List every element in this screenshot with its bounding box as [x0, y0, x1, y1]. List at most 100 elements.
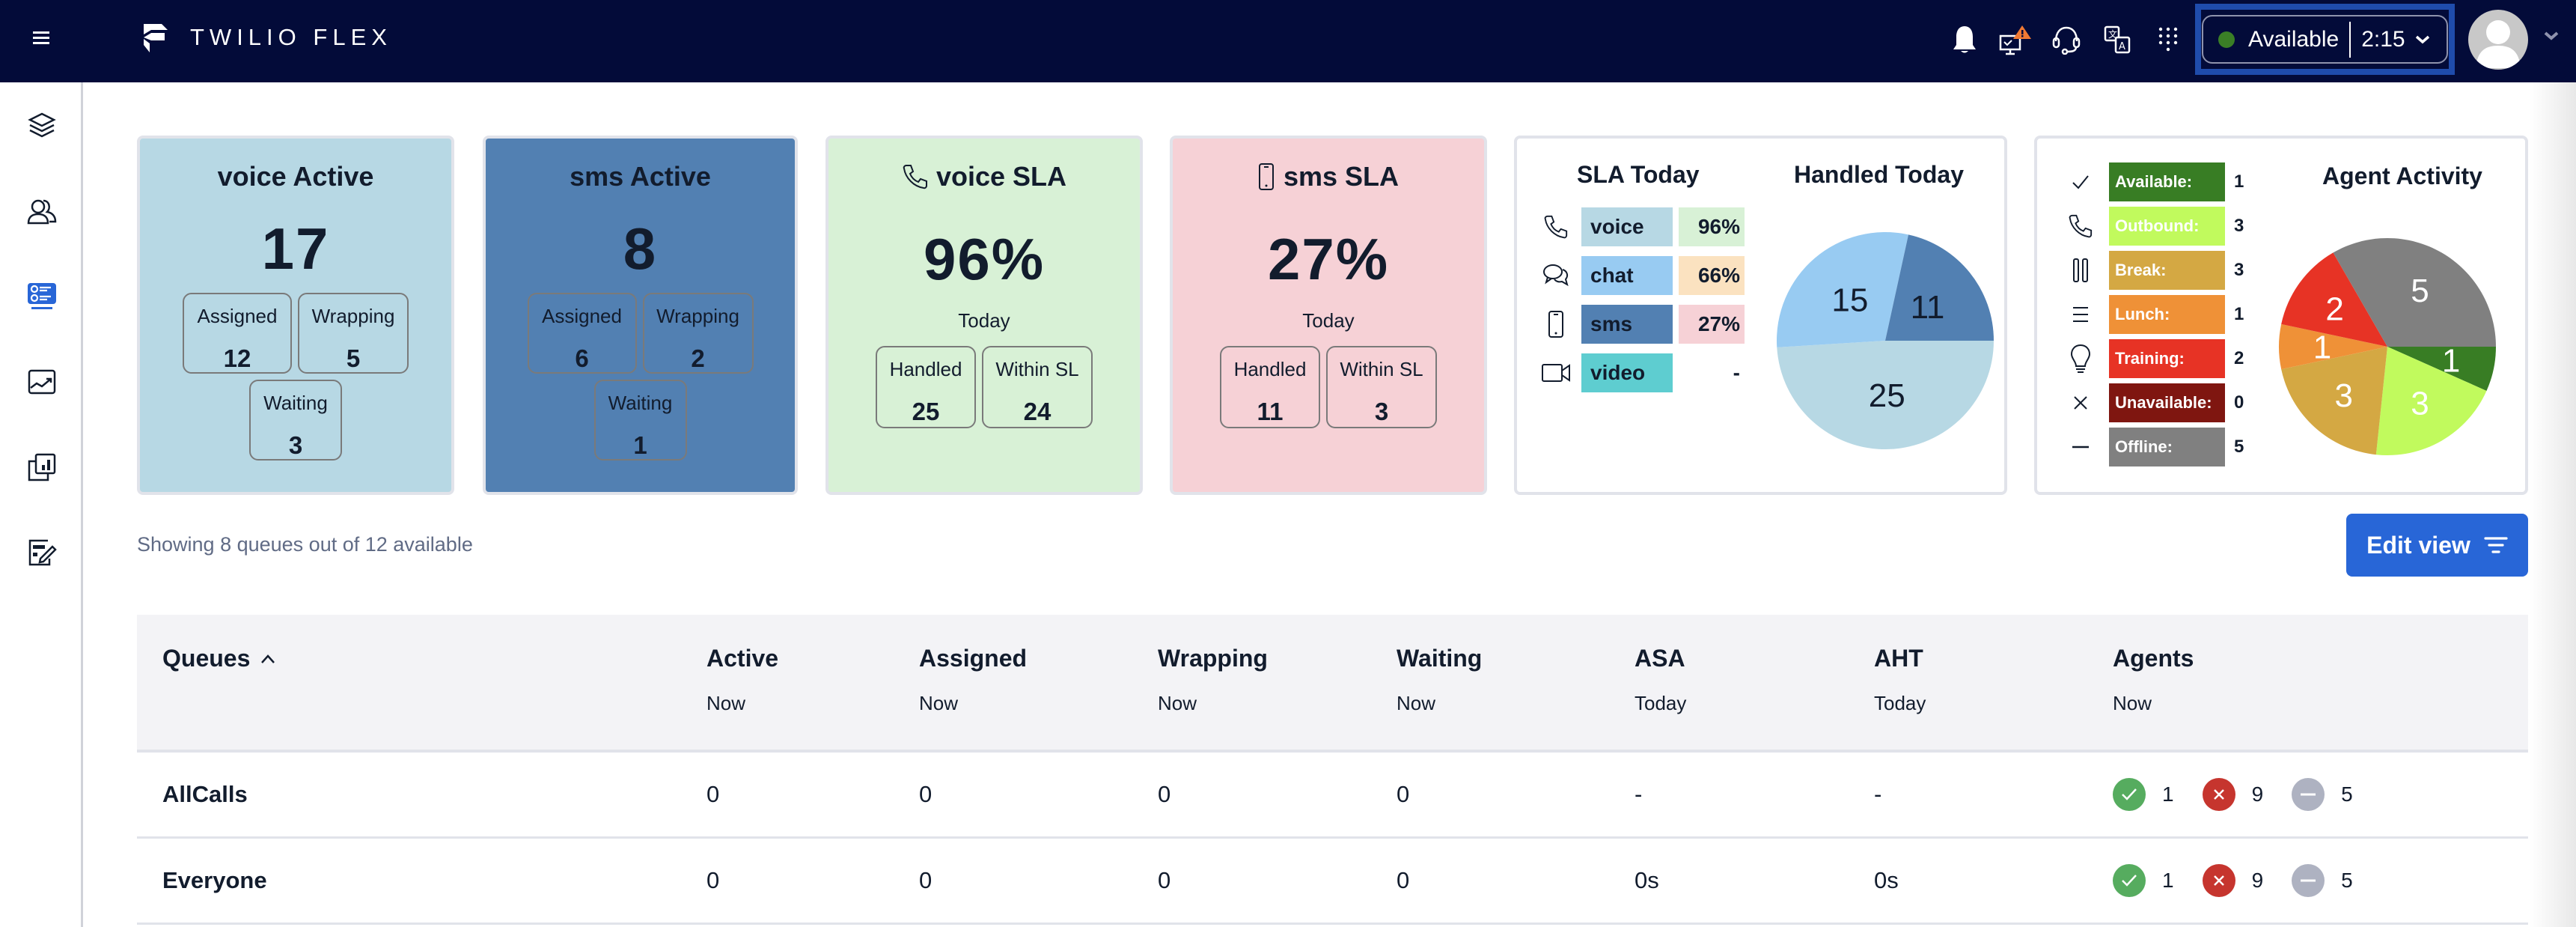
sla-row-video: video - [1539, 353, 1745, 392]
available-agents-icon [2113, 864, 2146, 897]
lines-icon [2064, 298, 2097, 331]
column-header-waiting[interactable]: Waiting Now [1397, 645, 1482, 715]
table-row[interactable]: AllCalls 0 0 0 0 - - 1 9 5 [137, 753, 2528, 839]
period-label: Today [1302, 309, 1355, 332]
sla-today-title: SLA Today [1577, 161, 1700, 188]
sub-label: Assigned [542, 305, 622, 327]
bell-icon[interactable] [1946, 21, 1983, 58]
video-camera-icon [1539, 356, 1572, 389]
tile-title: voice Active [217, 161, 374, 192]
wrapping-cell: 0 [1158, 867, 1171, 893]
aht-cell: - [1874, 781, 1882, 807]
queue-name: Everyone [162, 867, 267, 893]
agents-cell: 1 9 5 [2113, 864, 2381, 897]
activity-status-dropdown[interactable]: Available 2:15 [2202, 15, 2448, 64]
pie-label-sms: 11 [1911, 289, 1945, 326]
sidebar-item-queues-stats[interactable] [25, 280, 58, 313]
waiting-box: Waiting 3 [249, 380, 342, 461]
sidebar-item-insights[interactable] [25, 365, 58, 398]
sub-value: 3 [1374, 398, 1389, 425]
column-header-active[interactable]: Active Now [706, 645, 778, 715]
column-sublabel: Now [2113, 692, 2152, 714]
dialpad-icon[interactable] [2149, 21, 2187, 58]
activity-label: Outbound: [2109, 207, 2225, 246]
pie-label-training: 2 [2325, 291, 2343, 327]
activity-count: 3 [2234, 216, 2244, 236]
table-header: Queues Active Now Assigned Now Wrapping Now… [137, 615, 2528, 753]
sidebar-item-teams[interactable] [25, 195, 58, 228]
activity-label: Break: [2109, 251, 2225, 290]
column-header-wrapping[interactable]: Wrapping Now [1158, 645, 1268, 715]
offline-agents-count: 5 [2341, 782, 2353, 806]
sidebar-item-reports[interactable] [25, 451, 58, 484]
agents-cell: 1 9 5 [2113, 778, 2381, 811]
activity-row-lunch: Lunch: 1 [2064, 295, 2244, 334]
tile-value: 17 [261, 216, 330, 282]
aht-cell: 0s [1874, 867, 1899, 893]
pie-label-chat: 15 [1831, 282, 1868, 318]
user-silhouette-icon [2476, 20, 2521, 68]
activity-label: Lunch: [2109, 295, 2225, 334]
column-header-queues[interactable]: Queues [162, 645, 277, 672]
monitor-alert-icon[interactable] [1997, 21, 2034, 58]
activity-count: 1 [2234, 304, 2244, 324]
column-label: Assigned [919, 645, 1028, 672]
unavailable-agents-count: 9 [2251, 782, 2264, 806]
period-label: Today [958, 309, 1010, 332]
channel-sla: - [1733, 361, 1740, 384]
channel-name: chat [1581, 256, 1673, 295]
queue-stats-icon [28, 283, 56, 309]
sub-label: Waiting [263, 392, 328, 414]
queues-stats-view: voice Active 17 Assigned 1 2 Wrapping 5 Wai… [83, 82, 2576, 927]
pie-label-offline: 5 [2411, 273, 2429, 309]
sms-active-tile: sms Active 8 Assigned 6 Wrapping 2 Waiting… [483, 136, 798, 495]
tile-value: 8 [623, 216, 658, 282]
unavailable-agents-icon [2202, 778, 2235, 811]
assigned-cell: 0 [919, 867, 933, 893]
activity-label: Unavailable: [2109, 383, 2225, 422]
activity-row-offline: Offline: 5 [2064, 428, 2244, 466]
user-avatar[interactable] [2468, 10, 2528, 70]
agent-activity-legend: Available: 1 Outbound: 3 Break: 3 Lunch:… [2064, 162, 2244, 472]
activity-count: 5 [2234, 437, 2244, 457]
channel-name: video [1581, 353, 1673, 392]
column-header-asa[interactable]: ASA Today [1635, 645, 1686, 715]
wrapping-cell: 0 [1158, 781, 1171, 807]
sub-value: 1 [633, 431, 647, 459]
chat-bubbles-icon [1539, 259, 1572, 292]
page-scrollbar[interactable] [2530, 82, 2576, 927]
sla-handled-tile: SLA Today Handled Today voice 96% chat 6… [1514, 136, 2007, 495]
activity-label: Training: [2109, 339, 2225, 378]
user-menu-chevron-icon[interactable] [2543, 30, 2560, 42]
active-cell: 0 [706, 781, 720, 807]
within-sl-box: Within SL 24 [982, 346, 1093, 428]
available-agents-count: 1 [2162, 869, 2174, 892]
queue-name: AllCalls [162, 781, 248, 807]
sla-today-table: voice 96% chat 66% sms 27% video - [1539, 207, 1745, 402]
column-header-agents[interactable]: Agents Now [2113, 645, 2194, 715]
column-header-aht[interactable]: AHT Today [1874, 645, 1926, 715]
activity-row-unavailable: Unavailable: 0 [2064, 383, 2244, 422]
edit-view-label: Edit view [2366, 531, 2470, 559]
tile-value: 96% [923, 226, 1046, 292]
layers-icon [28, 112, 56, 138]
column-sublabel: Today [1635, 692, 1687, 714]
sub-value: 3 [288, 431, 303, 459]
translate-icon[interactable]: 文A [2099, 21, 2136, 58]
brand-name: TWILIO FLEX [190, 24, 392, 50]
wrapping-box: Wrapping 5 [298, 293, 409, 374]
sidebar-item-edit-form[interactable] [25, 536, 58, 569]
menu-icon[interactable] [33, 28, 49, 51]
tile-title: sms SLA [1283, 161, 1400, 192]
headset-icon[interactable] [2048, 21, 2085, 58]
filter-icon [2484, 537, 2508, 553]
activity-count: 2 [2234, 348, 2244, 368]
side-nav [0, 82, 83, 927]
table-row[interactable]: Everyone 0 0 0 0 0s 0s 1 9 5 [137, 839, 2528, 925]
handled-today-pie: 25 15 11 [1777, 232, 1994, 449]
pause-icon [2064, 254, 2097, 287]
column-header-assigned[interactable]: Assigned Now [919, 645, 1027, 715]
minus-icon [2064, 431, 2097, 463]
sidebar-item-layers[interactable] [25, 109, 58, 142]
edit-view-button[interactable]: Edit view [2346, 514, 2528, 577]
